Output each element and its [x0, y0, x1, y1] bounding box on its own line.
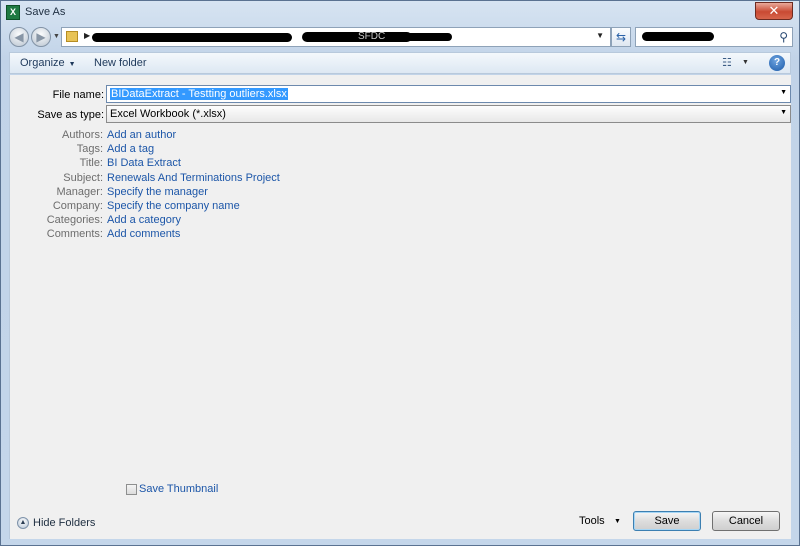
view-options-dropdown[interactable]: ▼	[742, 59, 749, 66]
file-name-value[interactable]: BIDataExtract - Testting outliers.xlsx	[110, 88, 288, 100]
change-view-icon[interactable]: ☷	[722, 56, 732, 69]
tags-link[interactable]: Add a tag	[107, 143, 154, 155]
comments-link[interactable]: Add comments	[107, 228, 180, 240]
title-label: Title:	[79, 157, 103, 169]
save-thumbnail-label[interactable]: Save Thumbnail	[139, 483, 218, 495]
organize-button[interactable]: Organize ▼	[20, 57, 76, 69]
folder-icon	[66, 31, 78, 42]
subject-label: Subject:	[63, 172, 103, 184]
address-dropdown-icon[interactable]: ▼	[596, 31, 604, 40]
redacted-search-text	[642, 32, 714, 41]
redacted-path	[92, 33, 292, 42]
forward-button[interactable]: ▶	[31, 27, 51, 47]
back-button[interactable]: ◀	[9, 27, 29, 47]
save-type-value: Excel Workbook (*.xlsx)	[110, 108, 226, 120]
manager-label: Manager:	[56, 186, 103, 198]
categories-label: Categories:	[46, 214, 103, 226]
help-icon[interactable]: ?	[769, 55, 785, 71]
categories-link[interactable]: Add a category	[107, 214, 181, 226]
excel-icon: X	[6, 5, 20, 20]
title-bar: X Save As ✕	[1, 1, 799, 25]
chevron-down-icon: ▼	[68, 61, 76, 68]
save-thumbnail-checkbox[interactable]	[126, 484, 137, 495]
search-icon[interactable]: ⚲	[779, 30, 788, 44]
title-value[interactable]: BI Data Extract	[107, 157, 181, 169]
new-folder-button[interactable]: New folder	[94, 57, 147, 69]
window-title: Save As	[25, 6, 66, 18]
breadcrumb-folder[interactable]: SFDC	[358, 31, 385, 42]
breadcrumb-separator-icon[interactable]: ▶	[84, 31, 90, 40]
company-link[interactable]: Specify the company name	[107, 200, 240, 212]
company-label: Company:	[52, 200, 103, 212]
manager-link[interactable]: Specify the manager	[107, 186, 208, 198]
chevron-up-icon[interactable]: ▲	[17, 517, 29, 529]
file-name-field[interactable]: BIDataExtract - Testting outliers.xlsx ▼	[106, 85, 791, 103]
authors-link[interactable]: Add an author	[107, 129, 176, 141]
save-type-select[interactable]: Excel Workbook (*.xlsx) ▼	[106, 105, 791, 123]
address-row: ◀ ▶ ▼ ▶ SFDC ▼ ⇆ ⚲	[1, 25, 799, 51]
close-button[interactable]: ✕	[755, 2, 793, 20]
refresh-button[interactable]: ⇆	[611, 27, 631, 47]
hide-folders-button[interactable]: Hide Folders	[33, 517, 95, 529]
tags-label: Tags:	[76, 143, 103, 155]
save-button[interactable]: Save	[633, 511, 701, 531]
file-name-label: File name:	[52, 89, 104, 101]
chevron-down-icon[interactable]: ▼	[780, 109, 787, 116]
organize-label: Organize	[20, 57, 65, 69]
recent-pages-dropdown[interactable]: ▼	[53, 33, 60, 40]
comments-label: Comments:	[46, 228, 103, 240]
search-input[interactable]: ⚲	[635, 27, 793, 47]
command-toolbar: Organize ▼ New folder ☷ ▼ ?	[9, 52, 791, 74]
address-bar[interactable]: ▶ SFDC ▼	[61, 27, 611, 47]
cancel-button[interactable]: Cancel	[712, 511, 780, 531]
authors-label: Authors:	[62, 129, 103, 141]
details-pane: File name: BIDataExtract - Testting outl…	[9, 75, 791, 539]
file-name-dropdown-icon[interactable]: ▼	[780, 89, 787, 96]
chevron-down-icon[interactable]: ▼	[614, 518, 621, 525]
tools-button[interactable]: Tools	[579, 515, 605, 527]
save-as-dialog: X Save As ✕ ◀ ▶ ▼ ▶ SFDC ▼ ⇆ ⚲ Organize ▼…	[0, 0, 800, 546]
save-type-label: Save as type:	[37, 109, 104, 121]
redacted-path	[392, 33, 452, 41]
subject-value[interactable]: Renewals And Terminations Project	[107, 172, 280, 184]
